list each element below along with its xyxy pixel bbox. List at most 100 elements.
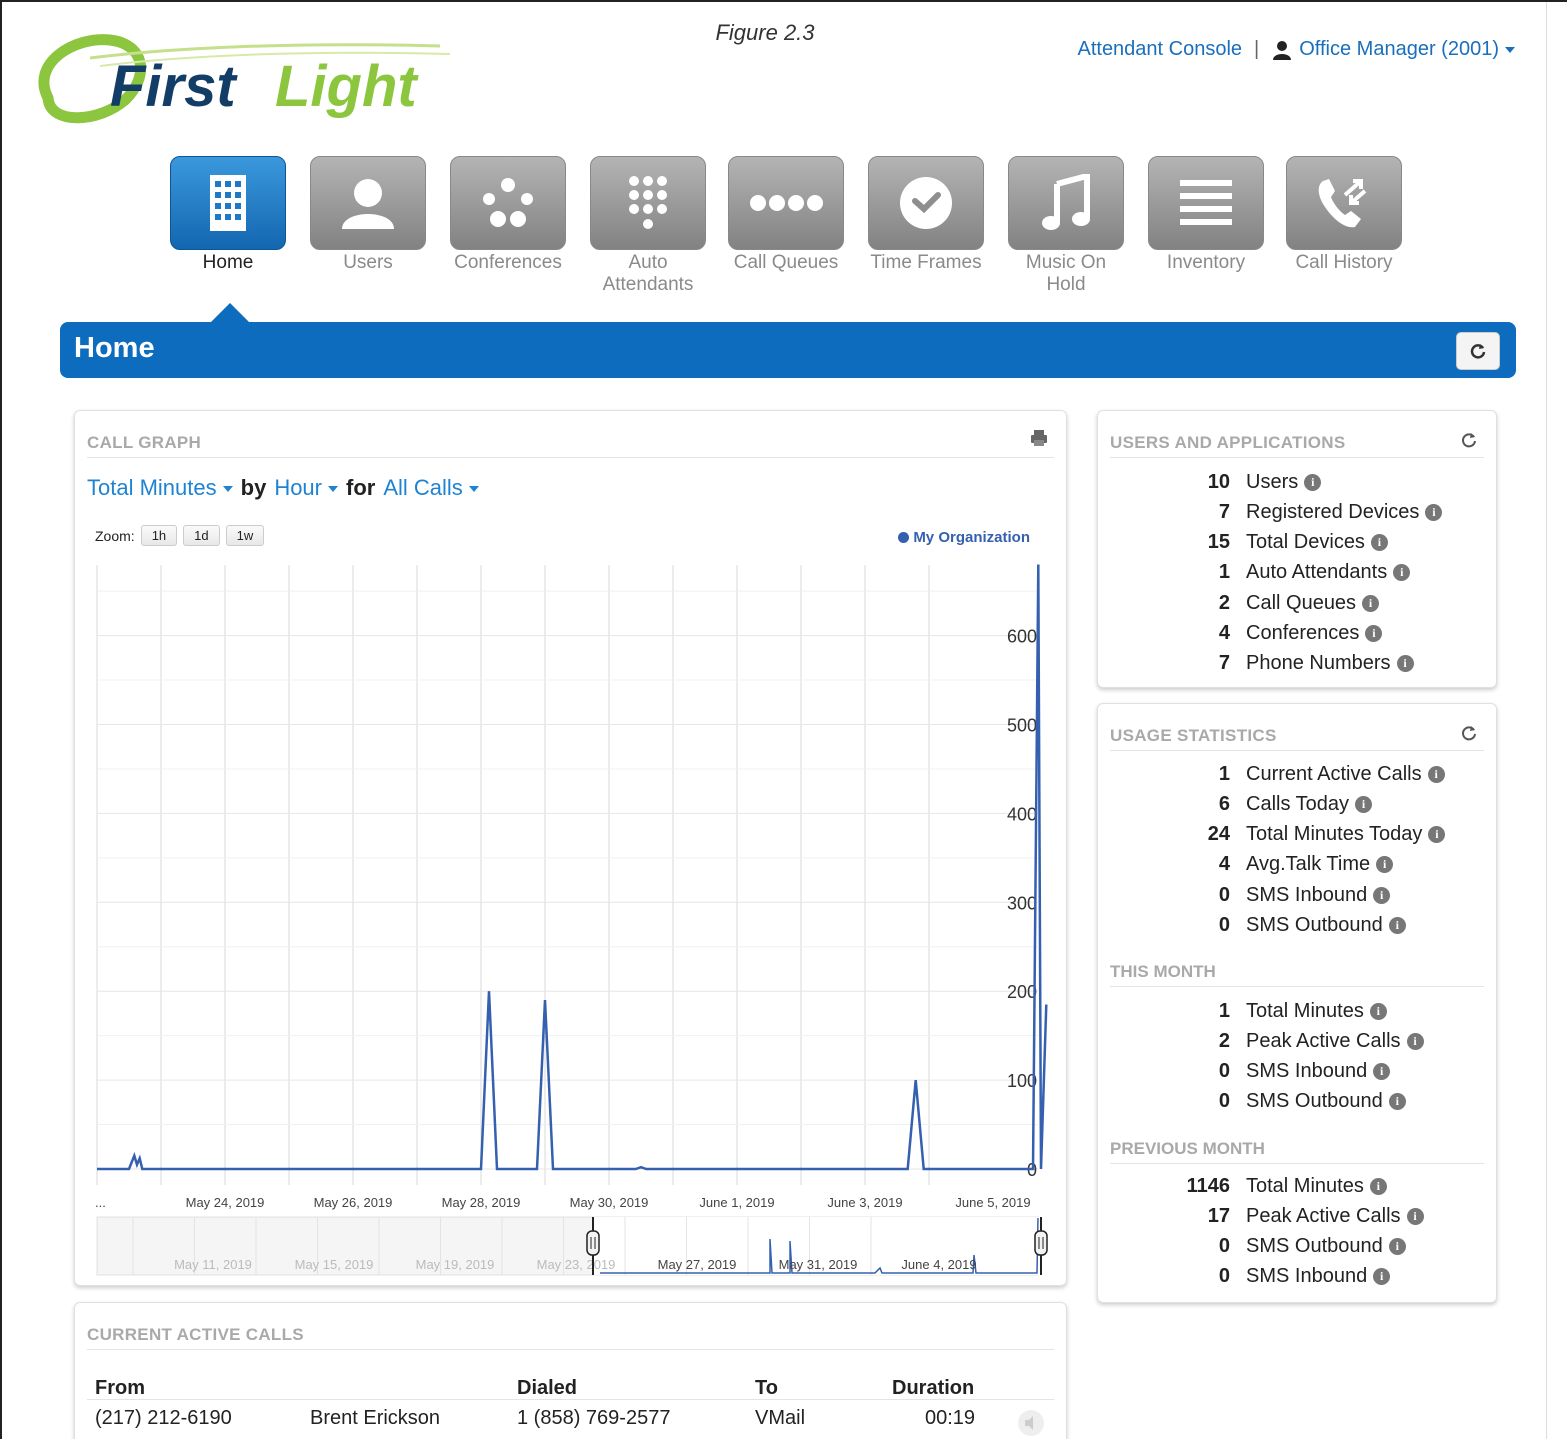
divider [87, 1349, 1054, 1350]
interval-dropdown[interactable]: Hour [274, 475, 338, 501]
nav-call-queues-button[interactable] [728, 156, 844, 250]
stat-row: 0 SMS Inbound i [1098, 1262, 1498, 1292]
nav-auto-attendants-label: Auto Attendants [602, 252, 694, 295]
active-tab-pointer [210, 303, 250, 323]
column-to: To [755, 1377, 778, 1399]
info-icon[interactable]: i [1388, 1093, 1406, 1111]
listen-icon[interactable] [1017, 1409, 1045, 1437]
metric-dropdown[interactable]: Total Minutes [87, 475, 233, 501]
info-icon[interactable]: i [1369, 1177, 1387, 1195]
nav-time-frames[interactable]: Time Frames [868, 156, 984, 274]
y-tick-label: 0 [1027, 1160, 1037, 1180]
info-icon[interactable]: i [1406, 1207, 1424, 1225]
stat-row: 1146 Total Minutes i [1098, 1171, 1498, 1201]
stat-row: 1 Auto Attendants i [1098, 558, 1498, 588]
stat-label: SMS Inbound [1246, 1265, 1368, 1288]
nav-auto-attendants-button[interactable] [590, 156, 706, 250]
print-icon[interactable] [1030, 429, 1048, 447]
refresh-icon[interactable] [1460, 431, 1478, 449]
info-icon[interactable]: i [1304, 473, 1322, 491]
stat-label: Avg.Talk Time [1246, 853, 1371, 876]
user-menu-label: Office Manager (2001) [1299, 38, 1499, 60]
attendant-console-link[interactable]: Attendant Console [1077, 38, 1242, 61]
keypad-icon [629, 176, 667, 229]
stat-label: Phone Numbers [1246, 652, 1391, 675]
nav-inventory[interactable]: Inventory [1148, 156, 1264, 274]
filter-label: All Calls [383, 475, 463, 500]
info-icon[interactable]: i [1396, 655, 1414, 673]
info-icon[interactable]: i [1365, 625, 1383, 642]
nav-call-queues[interactable]: Call Queues [728, 156, 844, 274]
nav-call-history-button[interactable] [1286, 156, 1402, 250]
stat-row: 0 SMS Outbound i [1098, 911, 1498, 941]
nav-conferences-button[interactable] [450, 156, 566, 250]
svg-text:Light: Light [275, 54, 419, 119]
stat-value: 15 [1207, 531, 1230, 554]
info-icon[interactable]: i [1427, 765, 1445, 783]
info-icon[interactable]: i [1406, 1032, 1424, 1050]
call-duration: 00:19 [925, 1407, 976, 1429]
nav-music-on-hold-button[interactable] [1008, 156, 1124, 250]
stat-label: Total Devices [1246, 531, 1365, 554]
firstlight-logo[interactable]: First Light [30, 28, 490, 132]
info-icon[interactable]: i [1376, 856, 1394, 874]
info-icon[interactable]: i [1370, 534, 1388, 552]
nav-home-label: Home [202, 252, 254, 273]
navigator-series-line [600, 1217, 1039, 1274]
x-tick-label: June 1, 2019 [699, 1195, 774, 1210]
stat-label: Registered Devices [1246, 500, 1420, 523]
stat-value: 0 [1218, 1235, 1230, 1258]
refresh-icon[interactable] [1460, 724, 1478, 742]
info-icon[interactable]: i [1362, 594, 1380, 612]
from-name: Brent Erickson [310, 1407, 441, 1429]
info-icon[interactable]: i [1388, 1238, 1406, 1256]
table-row[interactable]: (217) 212-6190 Brent Erickson 1 (858) 76… [75, 1407, 1066, 1439]
x-tick-label: June 5, 2019 [955, 1195, 1030, 1210]
info-icon[interactable]: i [1428, 826, 1446, 844]
zoom-1w-button[interactable]: 1w [225, 525, 265, 546]
stat-value: 17 [1207, 1204, 1230, 1227]
phone-arrows-icon [1318, 179, 1367, 228]
nav-home-button[interactable] [170, 156, 286, 250]
nav-call-history[interactable]: Call History [1286, 156, 1402, 274]
navigator-handle[interactable] [1034, 1230, 1048, 1256]
nav-inventory-button[interactable] [1148, 156, 1264, 250]
stat-value: 1 [1218, 762, 1230, 785]
info-icon[interactable]: i [1355, 795, 1373, 813]
user-menu[interactable]: Office Manager (2001) [1271, 38, 1515, 61]
info-icon[interactable]: i [1373, 886, 1391, 904]
caret-down-icon [328, 486, 338, 493]
this-month-title: THIS MONTH [1110, 962, 1216, 981]
nav-home[interactable]: Home [170, 156, 286, 274]
nav-auto-attendants[interactable]: Auto Attendants [590, 156, 706, 296]
nav-users-button[interactable] [310, 156, 426, 250]
stat-value: 1 [1218, 999, 1230, 1022]
zoom-1d-button[interactable]: 1d [183, 525, 220, 546]
scrollbar-track[interactable] [1546, 2, 1547, 1439]
y-tick-label: 400 [1007, 804, 1037, 824]
navigator-handle[interactable] [586, 1230, 600, 1256]
nav-users[interactable]: Users [310, 156, 426, 274]
page-header-bar: Home [60, 322, 1516, 378]
refresh-button[interactable] [1456, 332, 1500, 370]
nav-conferences[interactable]: Conferences [450, 156, 566, 274]
info-icon[interactable]: i [1369, 1002, 1387, 1020]
nav-music-on-hold[interactable]: Music On Hold [1008, 156, 1124, 296]
users-applications-title: USERS AND APPLICATIONS [1110, 433, 1346, 452]
stat-value: 0 [1218, 1060, 1230, 1083]
x-tick-label: May 28, 2019 [442, 1195, 521, 1210]
stat-label: Peak Active Calls [1246, 1029, 1401, 1052]
stat-label: SMS Inbound [1246, 1060, 1368, 1083]
stat-value: 7 [1218, 652, 1230, 675]
nav-time-frames-button[interactable] [868, 156, 984, 250]
info-icon[interactable]: i [1388, 917, 1406, 934]
info-icon[interactable]: i [1425, 503, 1443, 521]
info-icon[interactable]: i [1393, 564, 1411, 582]
chart-legend[interactable]: My Organization [898, 529, 1030, 546]
info-icon[interactable]: i [1373, 1268, 1391, 1286]
stat-value: 0 [1218, 883, 1230, 906]
graph-controls: Total Minutes by Hour for All Calls [87, 475, 479, 501]
filter-dropdown[interactable]: All Calls [383, 475, 479, 501]
zoom-1h-button[interactable]: 1h [140, 525, 178, 546]
info-icon[interactable]: i [1373, 1063, 1391, 1081]
